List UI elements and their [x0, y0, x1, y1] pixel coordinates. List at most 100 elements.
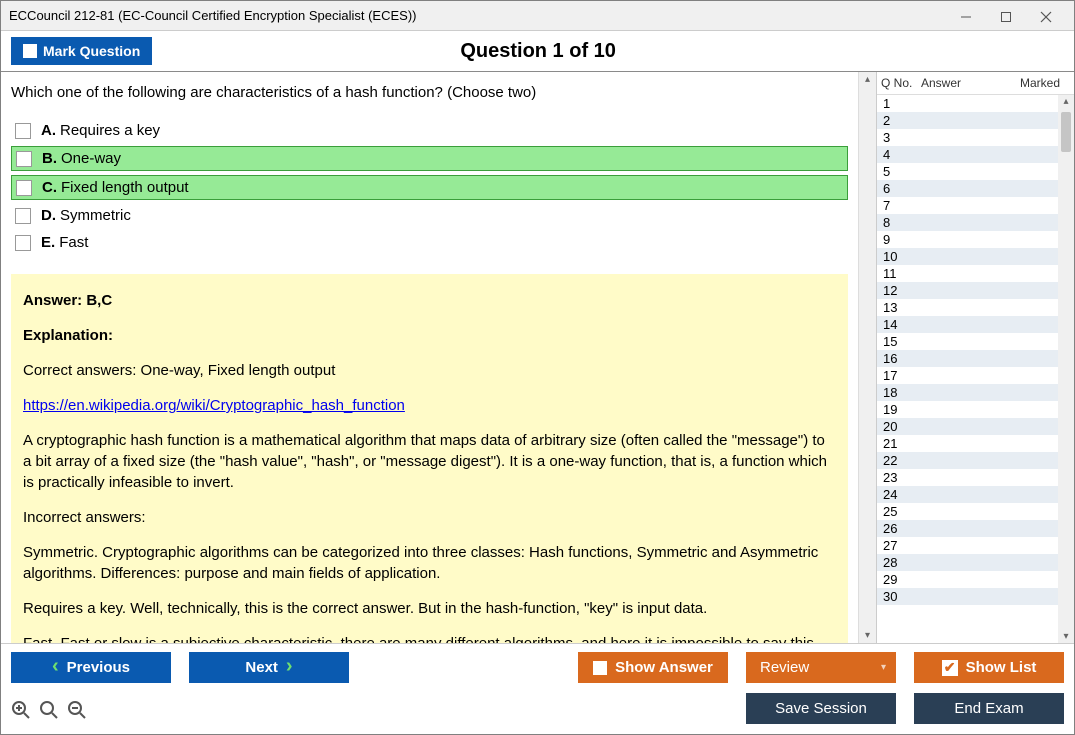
sidebar-scroll-thumb[interactable] — [1061, 112, 1071, 152]
question-list-sidebar: Q No. Answer Marked 12345678910111213141… — [876, 72, 1074, 643]
end-exam-label: End Exam — [954, 700, 1023, 717]
content-scrollbar[interactable]: ▴ ▾ — [858, 72, 876, 643]
end-exam-button[interactable]: End Exam — [914, 693, 1064, 724]
sidebar-scroll-down-icon[interactable]: ▾ — [1063, 630, 1068, 643]
zoom-reset-icon[interactable] — [39, 700, 59, 720]
option-checkbox[interactable] — [16, 151, 32, 167]
sidebar-row[interactable]: 14 — [877, 316, 1058, 333]
sidebar-header: Q No. Answer Marked — [877, 72, 1074, 95]
header-answer: Answer — [921, 76, 1020, 90]
option-checkbox[interactable] — [15, 208, 31, 224]
minimize-icon[interactable] — [946, 8, 986, 24]
mark-checkbox-icon — [23, 44, 37, 58]
sidebar-row[interactable]: 13 — [877, 299, 1058, 316]
sidebar-row[interactable]: 21 — [877, 435, 1058, 452]
chevron-right-icon — [286, 659, 293, 676]
sidebar-row[interactable]: 18 — [877, 384, 1058, 401]
option-text: Fast — [59, 234, 88, 251]
close-icon[interactable] — [1026, 8, 1066, 24]
zoom-controls — [11, 698, 87, 720]
chevron-left-icon — [52, 659, 59, 676]
previous-label: Previous — [67, 659, 130, 676]
sidebar-row[interactable]: 4 — [877, 146, 1058, 163]
next-button[interactable]: Next — [189, 652, 349, 683]
show-list-button[interactable]: ✔ Show List — [914, 652, 1064, 683]
sidebar-row[interactable]: 9 — [877, 231, 1058, 248]
sidebar-scroll-up-icon[interactable]: ▴ — [1063, 95, 1068, 108]
option-row[interactable]: E.Fast — [11, 231, 848, 254]
sidebar-row[interactable]: 29 — [877, 571, 1058, 588]
sidebar-row[interactable]: 16 — [877, 350, 1058, 367]
sidebar-row[interactable]: 28 — [877, 554, 1058, 571]
review-dropdown[interactable]: Review ▾ — [746, 652, 896, 683]
mark-question-label: Mark Question — [43, 43, 140, 59]
sidebar-row[interactable]: 22 — [877, 452, 1058, 469]
sidebar-row[interactable]: 27 — [877, 537, 1058, 554]
option-checkbox[interactable] — [15, 123, 31, 139]
header-marked: Marked — [1020, 76, 1070, 90]
show-answer-label: Show Answer — [615, 659, 713, 676]
mark-question-button[interactable]: Mark Question — [11, 37, 152, 65]
question-counter: Question 1 of 10 — [152, 40, 924, 63]
option-letter: E. — [41, 234, 55, 251]
answer-line: Answer: B,C — [23, 290, 836, 311]
option-letter: C. — [42, 179, 57, 196]
sidebar-row[interactable]: 12 — [877, 282, 1058, 299]
chevron-down-icon: ▾ — [881, 662, 886, 673]
content-column: Which one of the following are character… — [1, 72, 876, 643]
sidebar-row[interactable]: 1 — [877, 95, 1058, 112]
option-text: Symmetric — [60, 207, 131, 224]
sidebar-row[interactable]: 30 — [877, 588, 1058, 605]
app-window: ECCouncil 212-81 (EC-Council Certified E… — [0, 0, 1075, 735]
option-checkbox[interactable] — [16, 180, 32, 196]
sidebar-row[interactable]: 6 — [877, 180, 1058, 197]
save-session-button[interactable]: Save Session — [746, 693, 896, 724]
explanation-para-2: Symmetric. Cryptographic algorithms can … — [23, 542, 836, 584]
option-text: Requires a key — [60, 122, 160, 139]
sidebar-row[interactable]: 17 — [877, 367, 1058, 384]
scroll-up-icon[interactable]: ▴ — [865, 72, 870, 87]
zoom-in-icon[interactable] — [11, 700, 31, 720]
sidebar-row[interactable]: 2 — [877, 112, 1058, 129]
explanation-para-3: Requires a key. Well, technically, this … — [23, 598, 836, 619]
previous-button[interactable]: Previous — [11, 652, 171, 683]
option-text: One-way — [61, 150, 121, 167]
sidebar-row[interactable]: 8 — [877, 214, 1058, 231]
option-row[interactable]: D.Symmetric — [11, 204, 848, 227]
sidebar-row[interactable]: 5 — [877, 163, 1058, 180]
sidebar-row[interactable]: 7 — [877, 197, 1058, 214]
main-area: Which one of the following are character… — [1, 72, 1074, 643]
sidebar-row[interactable]: 24 — [877, 486, 1058, 503]
sidebar-row[interactable]: 11 — [877, 265, 1058, 282]
sidebar-rows[interactable]: 1234567891011121314151617181920212223242… — [877, 95, 1058, 643]
question-text: Which one of the following are character… — [1, 72, 858, 119]
sidebar-row[interactable]: 23 — [877, 469, 1058, 486]
options-list: A.Requires a keyB.One-wayC.Fixed length … — [1, 119, 858, 254]
sidebar-row[interactable]: 3 — [877, 129, 1058, 146]
sidebar-row[interactable]: 10 — [877, 248, 1058, 265]
option-row[interactable]: A.Requires a key — [11, 119, 848, 142]
zoom-out-icon[interactable] — [67, 700, 87, 720]
option-letter: B. — [42, 150, 57, 167]
show-answer-button[interactable]: Show Answer — [578, 652, 728, 683]
sidebar-row[interactable]: 15 — [877, 333, 1058, 350]
correct-answers-line: Correct answers: One-way, Fixed length o… — [23, 360, 836, 381]
option-row[interactable]: B.One-way — [11, 146, 848, 171]
footer: Previous Next Show Answer Review ▾ ✔ Sho… — [1, 644, 1074, 734]
sidebar-row[interactable]: 20 — [877, 418, 1058, 435]
option-checkbox[interactable] — [15, 235, 31, 251]
sidebar-row[interactable]: 25 — [877, 503, 1058, 520]
option-row[interactable]: C.Fixed length output — [11, 175, 848, 200]
scroll-down-icon[interactable]: ▾ — [865, 628, 870, 643]
reference-link[interactable]: https://en.wikipedia.org/wiki/Cryptograp… — [23, 397, 405, 414]
option-text: Fixed length output — [61, 179, 189, 196]
maximize-icon[interactable] — [986, 8, 1026, 24]
show-answer-checkbox-icon — [593, 661, 607, 675]
explanation-label: Explanation: — [23, 325, 836, 346]
sidebar-scrollbar[interactable]: ▴ ▾ — [1058, 95, 1074, 643]
option-letter: D. — [41, 207, 56, 224]
sidebar-row[interactable]: 19 — [877, 401, 1058, 418]
sidebar-row[interactable]: 26 — [877, 520, 1058, 537]
question-scroll-area: Which one of the following are character… — [1, 72, 876, 643]
option-letter: A. — [41, 122, 56, 139]
